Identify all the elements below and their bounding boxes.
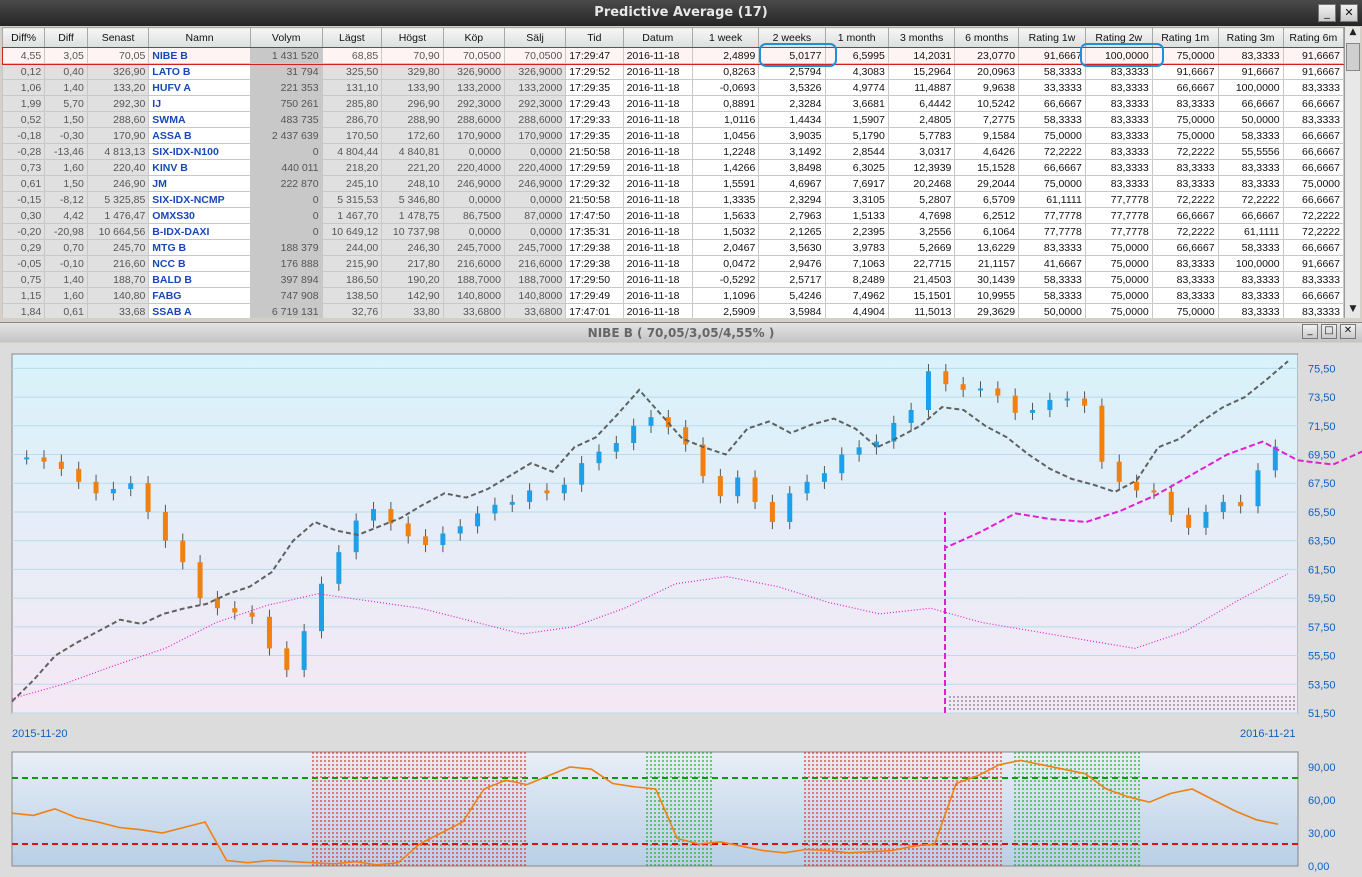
- price-tick-label: 71,50: [1308, 421, 1336, 433]
- candle-body: [579, 463, 585, 485]
- candle-body: [596, 451, 602, 464]
- candle-body: [561, 484, 567, 494]
- price-tick-label: 73,50: [1308, 392, 1336, 404]
- candle-body: [925, 371, 931, 411]
- candle-body: [1047, 399, 1053, 411]
- candle-body: [1203, 511, 1209, 528]
- candle-body: [978, 388, 984, 391]
- candle-body: [804, 481, 810, 494]
- price-tick-label: 69,50: [1308, 450, 1336, 462]
- candle-body: [110, 488, 116, 494]
- candle-body: [1134, 481, 1140, 491]
- candle-body: [197, 562, 203, 599]
- candle-body: [405, 523, 411, 537]
- candle-body: [856, 447, 862, 455]
- candle-body: [423, 536, 429, 545]
- candle-body: [735, 477, 741, 497]
- candle-body: [700, 444, 706, 477]
- candle-body: [1186, 514, 1192, 528]
- candle-body: [93, 481, 99, 494]
- candle-body: [1116, 461, 1122, 482]
- price-tick-label: 65,50: [1308, 507, 1336, 519]
- candle-body: [960, 384, 966, 390]
- price-tick-label: 51,50: [1308, 708, 1336, 720]
- candle-body: [1220, 501, 1226, 512]
- candle-body: [1255, 470, 1261, 507]
- candle-body: [943, 371, 949, 385]
- candle-body: [1238, 501, 1244, 507]
- osc-tick-label: 0,00: [1308, 861, 1329, 873]
- date-start-label: 2015-11-20: [12, 728, 68, 740]
- osc-tick-label: 90,00: [1308, 762, 1336, 774]
- candle-body: [145, 483, 151, 512]
- osc-tick-label: 60,00: [1308, 795, 1336, 807]
- price-tick-label: 57,50: [1308, 622, 1336, 634]
- candle-body: [284, 648, 290, 670]
- candle-body: [440, 533, 446, 545]
- osc-tick-label: 30,00: [1308, 828, 1336, 840]
- candle-body: [1082, 398, 1088, 406]
- candle-body: [1064, 398, 1070, 401]
- candle-body: [821, 473, 827, 482]
- candle-body: [1012, 395, 1018, 413]
- price-tick-label: 67,50: [1308, 478, 1336, 490]
- candle-body: [995, 388, 1001, 396]
- candle-body: [769, 501, 775, 523]
- candle-body: [128, 483, 134, 489]
- candle-body: [1151, 490, 1157, 493]
- candle-body: [232, 608, 238, 613]
- candle-body: [908, 410, 914, 423]
- date-end-label: 2016-11-21: [1240, 728, 1296, 740]
- candle-body: [492, 504, 498, 514]
- candle-body: [613, 443, 619, 452]
- candle-body: [58, 461, 64, 469]
- candle-body: [527, 490, 533, 502]
- candle-body: [717, 476, 723, 497]
- candle-body: [787, 493, 793, 523]
- candle-body: [41, 457, 47, 462]
- candle-body: [683, 427, 689, 445]
- price-tick-label: 59,50: [1308, 593, 1336, 605]
- candle-body: [336, 552, 342, 584]
- candle-body: [214, 598, 220, 609]
- candle-body: [1030, 410, 1036, 413]
- candle-body: [353, 520, 359, 553]
- candle-body: [301, 631, 307, 670]
- candle-body: [162, 511, 168, 541]
- candle-body: [1168, 491, 1174, 515]
- candle-body: [76, 468, 82, 482]
- candle-body: [318, 583, 324, 632]
- price-tick-label: 75,50: [1308, 363, 1336, 375]
- candle-body: [752, 477, 758, 502]
- price-chart[interactable]: 75,50 73,50 71,50 69,50 67,50 65,50 63,50 61,50…: [0, 0, 1362, 877]
- candle-body: [249, 612, 255, 617]
- price-tick-label: 55,50: [1308, 651, 1336, 663]
- price-tick-label: 61,50: [1308, 564, 1336, 576]
- candle-body: [266, 616, 272, 649]
- candle-body: [839, 454, 845, 474]
- candle-body: [544, 490, 550, 494]
- candle-body: [371, 509, 377, 521]
- price-tick-label: 53,50: [1308, 679, 1336, 691]
- candle-body: [648, 417, 654, 426]
- candle-body: [180, 540, 186, 563]
- candle-body: [24, 457, 30, 460]
- candle-body: [631, 425, 637, 444]
- candle-body: [1099, 405, 1105, 462]
- candle-body: [457, 526, 463, 534]
- price-tick-label: 63,50: [1308, 536, 1336, 548]
- candle-body: [509, 501, 515, 505]
- candle-body: [475, 513, 481, 527]
